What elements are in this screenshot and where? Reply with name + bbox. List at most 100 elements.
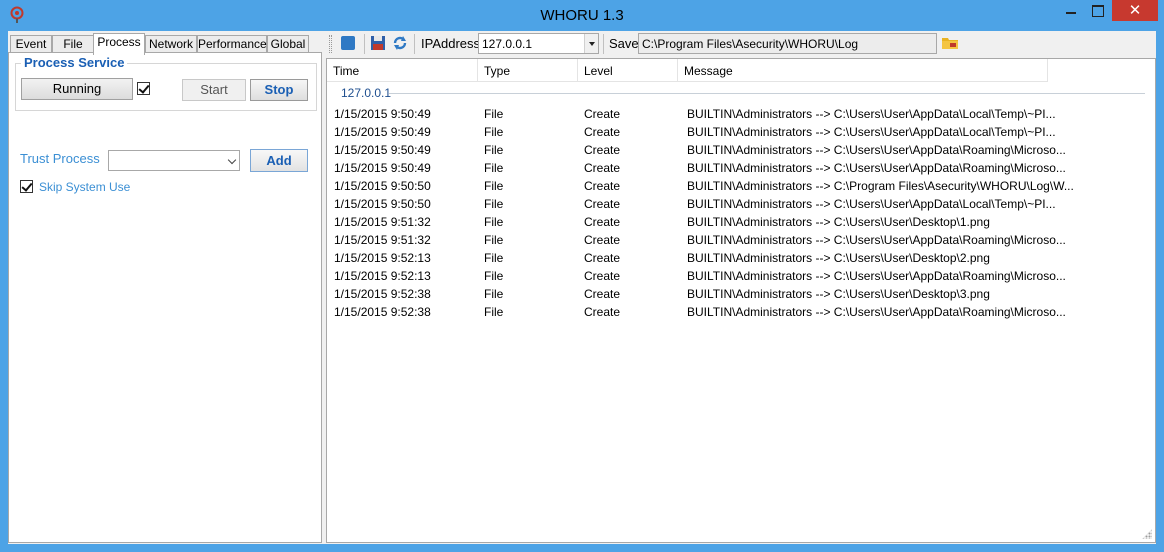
group-header-ip[interactable]: 127.0.0.1	[341, 86, 391, 100]
cell-level: Create	[584, 179, 621, 193]
service-checkbox[interactable]	[137, 82, 150, 95]
column-header-time[interactable]: Time	[327, 59, 478, 82]
cell-type: File	[484, 143, 504, 157]
cell-type: File	[484, 269, 504, 283]
cell-level: Create	[584, 233, 621, 247]
client-area: Event File Process Network Performance G…	[8, 31, 1156, 544]
cell-level: Create	[584, 215, 621, 229]
trust-process-label: Trust Process	[20, 151, 100, 166]
cell-message: BUILTIN\Administrators --> C:\Users\User…	[687, 125, 1056, 139]
cell-time: 1/15/2015 9:52:13	[334, 269, 431, 283]
cell-type: File	[484, 107, 504, 121]
cell-level: Create	[584, 251, 621, 265]
maximize-button[interactable]	[1084, 0, 1110, 21]
save-label: Save	[609, 36, 639, 51]
cell-time: 1/15/2015 9:50:50	[334, 179, 431, 193]
table-row[interactable]: 1/15/2015 9:50:49 File Create BUILTIN\Admin…	[327, 123, 1155, 141]
process-tab-page: Process Service Running Start Stop Trust…	[8, 52, 322, 543]
table-row[interactable]: 1/15/2015 9:52:38 File Create BUILTIN\Admin…	[327, 303, 1155, 321]
toolbar: IPAddress 127.0.0.1 Save C:\Program File…	[326, 31, 1156, 56]
ip-address-label: IPAddress	[421, 36, 481, 51]
tab-process[interactable]: Process	[93, 33, 145, 55]
cell-level: Create	[584, 125, 621, 139]
trust-process-select[interactable]	[108, 150, 240, 171]
table-row[interactable]: 1/15/2015 9:50:49 File Create BUILTIN\Admin…	[327, 105, 1155, 123]
cell-level: Create	[584, 269, 621, 283]
cell-message: BUILTIN\Administrators --> C:\Users\User…	[687, 197, 1056, 211]
cell-message: BUILTIN\Administrators --> C:\Users\User…	[687, 233, 1066, 247]
cell-time: 1/15/2015 9:52:38	[334, 305, 431, 319]
status-running[interactable]: Running	[21, 78, 133, 100]
cell-level: Create	[584, 161, 621, 175]
cell-time: 1/15/2015 9:51:32	[334, 233, 431, 247]
cell-time: 1/15/2015 9:52:38	[334, 287, 431, 301]
minimize-button[interactable]	[1058, 0, 1084, 21]
close-button[interactable]: ✕	[1112, 0, 1158, 21]
cell-message: BUILTIN\Administrators --> C:\Users\User…	[687, 287, 990, 301]
cell-type: File	[484, 287, 504, 301]
close-icon: ✕	[1128, 2, 1142, 19]
refresh-icon[interactable]	[392, 35, 408, 51]
title-bar: WHORU 1.3 ✕	[0, 0, 1164, 30]
table-row[interactable]: 1/15/2015 9:52:13 File Create BUILTIN\Admin…	[327, 249, 1155, 267]
cell-type: File	[484, 161, 504, 175]
table-row[interactable]: 1/15/2015 9:50:49 File Create BUILTIN\Admin…	[327, 159, 1155, 177]
column-header-message[interactable]: Message	[678, 59, 1048, 82]
cell-level: Create	[584, 107, 621, 121]
column-header-level[interactable]: Level	[578, 59, 678, 82]
add-button[interactable]: Add	[250, 149, 308, 172]
resize-grip-icon[interactable]	[1142, 529, 1152, 539]
cell-time: 1/15/2015 9:50:49	[334, 161, 431, 175]
table-row[interactable]: 1/15/2015 9:51:32 File Create BUILTIN\Admin…	[327, 231, 1155, 249]
save-disk-icon[interactable]	[370, 35, 386, 51]
window-title: WHORU 1.3	[540, 7, 624, 24]
dropdown-arrow-icon[interactable]	[584, 34, 598, 53]
cell-message: BUILTIN\Administrators --> C:\Users\User…	[687, 269, 1066, 283]
group-divider	[389, 93, 1145, 94]
cell-message: BUILTIN\Administrators --> C:\Users\User…	[687, 107, 1056, 121]
chevron-down-icon	[227, 155, 237, 165]
log-rows: 1/15/2015 9:50:49 File Create BUILTIN\Admin…	[327, 105, 1155, 321]
table-row[interactable]: 1/15/2015 9:52:13 File Create BUILTIN\Admin…	[327, 267, 1155, 285]
toolbar-grip-icon[interactable]	[329, 35, 332, 53]
toolbar-separator	[603, 34, 604, 54]
cell-time: 1/15/2015 9:51:32	[334, 215, 431, 229]
cell-type: File	[484, 233, 504, 247]
ip-address-combo[interactable]: 127.0.0.1	[478, 33, 599, 54]
start-button[interactable]: Start	[182, 79, 246, 101]
cell-level: Create	[584, 305, 621, 319]
ip-address-value: 127.0.0.1	[482, 37, 533, 51]
cell-type: File	[484, 251, 504, 265]
cell-message: BUILTIN\Administrators --> C:\Users\User…	[687, 215, 990, 229]
table-row[interactable]: 1/15/2015 9:50:49 File Create BUILTIN\Admin…	[327, 141, 1155, 159]
log-list-view[interactable]: Time Type Level Message 127.0.0.1 1/15/2…	[326, 58, 1156, 543]
skip-system-checkbox[interactable]	[20, 180, 33, 193]
skip-system-label[interactable]: Skip System Use	[39, 180, 130, 194]
cell-level: Create	[584, 287, 621, 301]
folder-icon[interactable]	[942, 37, 958, 49]
cell-level: Create	[584, 197, 621, 211]
cell-message: BUILTIN\Administrators --> C:\Program Fi…	[687, 179, 1074, 193]
cell-type: File	[484, 125, 504, 139]
cell-time: 1/15/2015 9:50:49	[334, 143, 431, 157]
toolbar-separator	[414, 34, 415, 54]
group-title: Process Service	[21, 55, 128, 70]
stop-capture-icon[interactable]	[340, 35, 356, 51]
table-row[interactable]: 1/15/2015 9:50:50 File Create BUILTIN\Admin…	[327, 177, 1155, 195]
cell-message: BUILTIN\Administrators --> C:\Users\User…	[687, 161, 1066, 175]
cell-type: File	[484, 197, 504, 211]
table-row[interactable]: 1/15/2015 9:52:38 File Create BUILTIN\Admin…	[327, 285, 1155, 303]
cell-time: 1/15/2015 9:50:50	[334, 197, 431, 211]
table-row[interactable]: 1/15/2015 9:51:32 File Create BUILTIN\Admin…	[327, 213, 1155, 231]
cell-type: File	[484, 179, 504, 193]
toolbar-separator	[364, 34, 365, 54]
column-header-type[interactable]: Type	[478, 59, 578, 82]
stop-button[interactable]: Stop	[250, 79, 308, 101]
cell-message: BUILTIN\Administrators --> C:\Users\User…	[687, 143, 1066, 157]
cell-message: BUILTIN\Administrators --> C:\Users\User…	[687, 251, 990, 265]
table-row[interactable]: 1/15/2015 9:50:50 File Create BUILTIN\Admin…	[327, 195, 1155, 213]
cell-time: 1/15/2015 9:50:49	[334, 107, 431, 121]
save-path-field[interactable]: C:\Program Files\Asecurity\WHORU\Log	[638, 33, 937, 54]
cell-type: File	[484, 215, 504, 229]
cell-message: BUILTIN\Administrators --> C:\Users\User…	[687, 305, 1066, 319]
